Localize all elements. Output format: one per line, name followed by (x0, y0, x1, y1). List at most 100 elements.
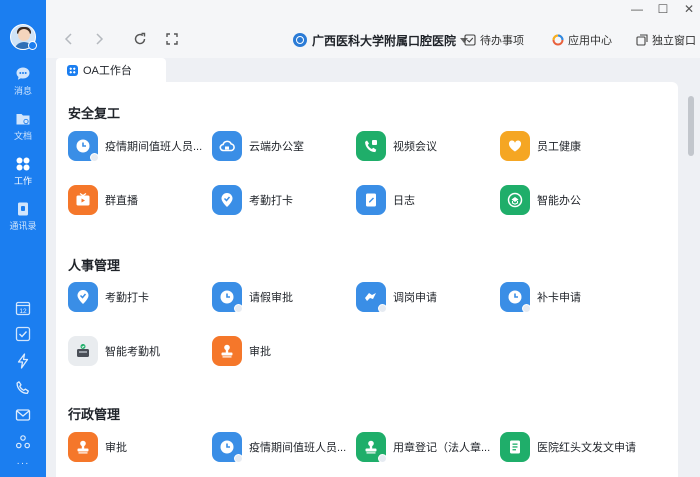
forward-icon[interactable] (92, 32, 106, 46)
app-label: 审批 (105, 442, 127, 454)
app-tile[interactable]: 审批 (68, 431, 208, 463)
sidebar-item-label: 通讯录 (9, 221, 37, 231)
stamp-icon (212, 336, 242, 366)
organization-name: 广西医科大学附属口腔医院 (312, 33, 457, 48)
app-tile[interactable]: 员工健康 (500, 130, 640, 162)
app-tile[interactable]: 用章登记（法人章... (356, 431, 496, 463)
attendance-machine-icon (68, 336, 98, 366)
more-icon[interactable]: ··· (15, 458, 31, 474)
app-tile[interactable]: 医院红头文发文申请 (500, 431, 670, 463)
app-label: 员工健康 (537, 141, 581, 153)
app-tile[interactable]: 视频会议 (356, 130, 496, 162)
app-tile[interactable]: 补卡申请 (500, 281, 640, 313)
calendar-icon[interactable]: 12 (15, 300, 31, 316)
organization-switcher[interactable]: 广西医科大学附属口腔医院 (293, 31, 469, 49)
app-label: 云端办公室 (249, 141, 304, 153)
mail-icon[interactable] (15, 407, 31, 423)
fullscreen-icon[interactable] (165, 32, 179, 46)
app-tile[interactable]: 日志 (356, 184, 496, 216)
app-tile[interactable]: 智能办公 (500, 184, 640, 216)
app-label: 考勤打卡 (105, 292, 149, 304)
sidebar-item-label: 工作 (13, 176, 32, 186)
app-label: 智能考勤机 (105, 346, 160, 358)
app-center-button[interactable]: 应用中心 (552, 32, 612, 48)
document-file-icon (500, 432, 530, 462)
location-check-icon (212, 185, 242, 215)
maximize-button[interactable]: ☐ (654, 2, 672, 16)
avatar-status-badge (28, 41, 37, 50)
app-tile[interactable]: 疫情期间值班人员... (68, 130, 208, 162)
clock-icon (212, 282, 243, 313)
app-label: 用章登记（法人章... (393, 442, 491, 454)
refresh-icon[interactable] (133, 32, 147, 46)
todo-button[interactable]: 待办事项 (464, 32, 524, 48)
transfer-icon (356, 282, 387, 313)
heart-icon (500, 131, 530, 161)
video-call-icon (356, 131, 386, 161)
app-label: 视频会议 (393, 141, 437, 153)
section-title: 人事管理 (68, 258, 121, 273)
app-label: 医院红头文发文申请 (537, 442, 636, 454)
message-icon (16, 67, 30, 80)
log-book-icon (356, 185, 386, 215)
clock-icon (68, 131, 99, 162)
app-tile[interactable]: 智能考勤机 (68, 335, 208, 367)
cloud-icon (212, 131, 242, 161)
app-tile[interactable]: 考勤打卡 (212, 184, 352, 216)
sidebar-item-contacts[interactable]: 通讯录 (0, 201, 46, 232)
app-label: 疫情期间值班人员... (249, 442, 347, 454)
app-tile[interactable]: 群直播 (68, 184, 208, 216)
app-center-icon (552, 34, 564, 46)
sidebar-item-work[interactable]: 工作 (0, 156, 46, 187)
left-sidebar: 消息 文档 工作 通讯录 12 ··· (0, 0, 46, 477)
phone-icon[interactable] (15, 380, 31, 396)
todo-label: 待办事项 (480, 35, 524, 47)
tab-oa-workbench[interactable]: OA工作台 (56, 58, 166, 82)
app-tile[interactable]: 审批 (212, 335, 352, 367)
team-icon[interactable] (15, 434, 31, 450)
app-label: 日志 (393, 195, 415, 207)
section-title: 行政管理 (68, 407, 121, 422)
app-label: 智能办公 (537, 195, 581, 207)
live-tv-icon (68, 185, 98, 215)
scrollbar[interactable] (686, 90, 696, 477)
clock-icon (212, 432, 243, 463)
app-label: 审批 (249, 346, 271, 358)
app-tile[interactable]: 考勤打卡 (68, 281, 208, 313)
close-button[interactable]: ✕ (680, 2, 698, 16)
detach-window-button[interactable]: 独立窗口 (636, 32, 696, 48)
sidebar-item-documents[interactable]: 文档 (0, 111, 46, 142)
sidebar-item-label: 文档 (13, 131, 32, 141)
document-icon (16, 114, 30, 125)
workbench-content: 安全复工 疫情期间值班人员... 云端办公室 视频会议 员工健康 群直播 考勤打… (56, 82, 678, 477)
lightning-icon[interactable] (15, 353, 31, 369)
detach-window-label: 独立窗口 (652, 35, 696, 47)
seal-icon (356, 432, 387, 463)
app-label: 调岗申请 (393, 292, 437, 304)
app-tile[interactable]: 调岗申请 (356, 281, 496, 313)
title-bar: — ☐ ✕ 广西医科大学附属口腔医院 待办事项 应用中心 独立窗口 (46, 0, 700, 58)
sidebar-item-label: 消息 (13, 86, 32, 96)
todo-check-icon[interactable] (15, 326, 31, 342)
todo-check-icon (464, 34, 476, 46)
app-label: 群直播 (105, 195, 138, 207)
clock-icon (500, 282, 531, 313)
sidebar-item-messages[interactable]: 消息 (0, 66, 46, 97)
app-tile[interactable]: 请假审批 (212, 281, 352, 313)
app-label: 请假审批 (249, 292, 293, 304)
scrollbar-thumb[interactable] (688, 96, 694, 156)
hospital-logo-icon (293, 33, 307, 47)
minimize-button[interactable]: — (628, 2, 646, 16)
work-grid-icon (16, 157, 30, 171)
tab-label: OA工作台 (83, 65, 132, 77)
back-icon[interactable] (62, 32, 76, 46)
app-label: 考勤打卡 (249, 195, 293, 207)
app-label: 补卡申请 (537, 292, 581, 304)
calendar-date: 12 (19, 308, 27, 315)
contacts-icon (18, 202, 28, 216)
grid-icon (67, 64, 78, 76)
smart-office-icon (500, 185, 530, 215)
app-tile[interactable]: 云端办公室 (212, 130, 352, 162)
app-tile[interactable]: 疫情期间值班人员... (212, 431, 352, 463)
stamp-icon (68, 432, 98, 462)
